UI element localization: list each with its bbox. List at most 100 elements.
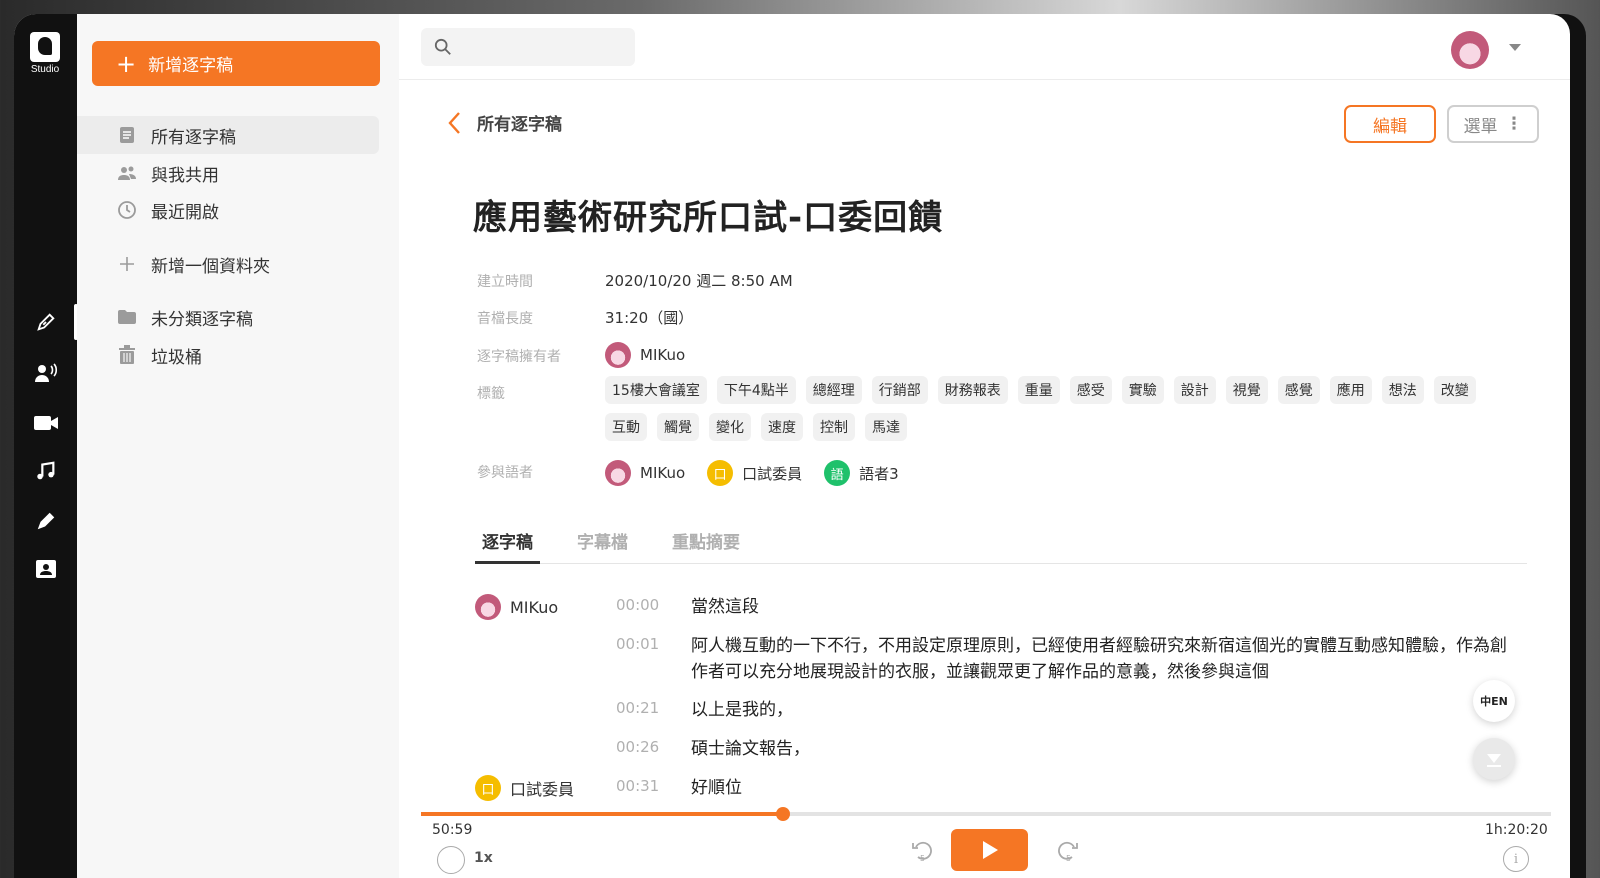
icon-rail: Studio xyxy=(14,14,78,878)
sidebar-item-label: 新增一個資料夾 xyxy=(151,256,270,277)
duration-value: 31:20（國） xyxy=(605,309,694,327)
line-timestamp[interactable]: 00:26 xyxy=(616,738,659,756)
menu-button[interactable]: 選單 ⋮ xyxy=(1447,105,1539,143)
pen-icon[interactable] xyxy=(33,309,59,335)
chevron-down-icon[interactable] xyxy=(1509,44,1521,51)
new-transcript-button[interactable]: + 新增逐字稿 xyxy=(92,41,380,86)
app-screen: Studio + 新增逐字稿 所有逐字稿 與我共用 最近開啟 新增一個資料夾 未… xyxy=(14,14,1570,878)
playback-speed[interactable]: 1x xyxy=(474,850,493,866)
top-bar xyxy=(399,14,1570,80)
sidebar-item-label: 與我共用 xyxy=(151,165,219,186)
edit-icon[interactable] xyxy=(33,508,59,534)
back-arrow-icon xyxy=(448,111,460,134)
line-timestamp[interactable]: 00:01 xyxy=(616,635,659,653)
sidebar-item-uncategorized[interactable]: 未分類逐字稿 xyxy=(77,298,379,336)
sidebar-item-shared[interactable]: 與我共用 xyxy=(77,154,379,192)
scroll-down-button[interactable] xyxy=(1473,738,1515,780)
tab-bar: 逐字稿 字幕檔 重點摘要 xyxy=(475,520,1527,564)
translate-button[interactable]: 中EN xyxy=(1473,680,1515,722)
user-avatar[interactable] xyxy=(1451,31,1489,69)
tab-summary[interactable]: 重點摘要 xyxy=(665,520,747,564)
document-icon xyxy=(117,125,137,145)
line-text[interactable]: 碩士論文報告， xyxy=(691,736,1521,762)
sidebar-item-trash[interactable]: 垃圾桶 xyxy=(77,336,379,374)
folder-icon xyxy=(117,307,137,327)
search-input[interactable] xyxy=(421,28,635,66)
speaker-name: 口試委員 xyxy=(742,464,803,483)
tag-chip[interactable]: 實驗 xyxy=(1121,376,1164,404)
tag-chip[interactable]: 互動 xyxy=(605,413,647,441)
speaker-icon[interactable] xyxy=(33,360,59,386)
main-content: 所有逐字稿 編輯 選單 ⋮ 應用藝術研究所口試-口委回饋 建立時間 2020/1… xyxy=(399,80,1570,878)
more-vertical-icon: ⋮ xyxy=(1505,114,1523,134)
play-button[interactable] xyxy=(951,829,1028,871)
trash-icon xyxy=(117,345,137,365)
tag-chip[interactable]: 變化 xyxy=(709,413,751,441)
video-icon[interactable] xyxy=(33,410,59,436)
progress-bar[interactable] xyxy=(421,807,1551,821)
line-timestamp[interactable]: 00:21 xyxy=(616,699,659,717)
tag-chip[interactable]: 視覺 xyxy=(1225,376,1268,404)
breadcrumb[interactable]: 所有逐字稿 xyxy=(447,110,562,135)
tag-list: 15樓大會議室 下午4點半 總經理 行銷部 財務報表 重量 感受 實驗 設計 視覺 感覺 應用 想法 改變… xyxy=(605,376,1505,450)
speaker-badge: 語 xyxy=(824,460,851,486)
tag-chip[interactable]: 應用 xyxy=(1329,376,1372,404)
tag-chip[interactable]: 感覺 xyxy=(1277,376,1320,404)
tab-transcript[interactable]: 逐字稿 xyxy=(475,520,540,564)
edit-button-label: 編輯 xyxy=(1373,116,1407,137)
tag-chip[interactable]: 設計 xyxy=(1173,376,1216,404)
skip-forward-icon[interactable]: 5 xyxy=(1055,838,1081,864)
speaker-item[interactable]: 口 口試委員 xyxy=(707,460,802,486)
sidebar-item-new-folder[interactable]: 新增一個資料夾 xyxy=(77,245,379,283)
line-timestamp[interactable]: 00:31 xyxy=(616,777,659,795)
speaker-item[interactable]: MIKuo xyxy=(605,460,685,486)
contact-icon[interactable] xyxy=(33,556,59,582)
sidebar-item-all-transcripts[interactable]: 所有逐字稿 xyxy=(77,116,379,154)
line-timestamp[interactable]: 00:00 xyxy=(616,596,659,614)
back-label: 所有逐字稿 xyxy=(477,115,562,135)
skip-forward-seconds: 5 xyxy=(1066,854,1071,863)
tag-chip[interactable]: 觸覺 xyxy=(657,413,699,441)
speaker-avatar xyxy=(605,460,631,486)
logo-icon xyxy=(30,32,60,62)
tag-chip[interactable]: 改變 xyxy=(1433,376,1476,404)
sidebar-item-recent[interactable]: 最近開啟 xyxy=(77,191,379,229)
tag-chip[interactable]: 控制 xyxy=(813,413,855,441)
tag-chip[interactable]: 15樓大會議室 xyxy=(605,376,707,404)
page-title: 應用藝術研究所口試-口委回饋 xyxy=(473,198,944,238)
speed-clock-icon[interactable] xyxy=(437,846,465,874)
owner-name: MIKuo xyxy=(640,346,686,364)
music-icon[interactable] xyxy=(33,458,59,484)
tab-subtitles[interactable]: 字幕檔 xyxy=(570,520,635,564)
sidebar-item-label: 最近開啟 xyxy=(151,202,219,223)
tag-chip[interactable]: 財務報表 xyxy=(937,376,1008,404)
tag-chip[interactable]: 想法 xyxy=(1381,376,1424,404)
edit-button[interactable]: 編輯 xyxy=(1344,105,1436,143)
line-text[interactable]: 好順位 xyxy=(691,775,1521,801)
line-text[interactable]: 以上是我的， xyxy=(691,697,1521,723)
skip-back-icon[interactable]: 5 xyxy=(909,838,935,864)
progress-fill xyxy=(421,812,783,816)
line-text[interactable]: 阿人機互動的一下不行，不用設定原理原則，已經使用者經驗研究來新宿這個光的實體互動… xyxy=(691,633,1521,685)
tag-chip[interactable]: 重量 xyxy=(1017,376,1060,404)
progress-handle[interactable] xyxy=(775,807,790,821)
tag-chip[interactable]: 馬達 xyxy=(865,413,907,441)
tag-chip[interactable]: 行銷部 xyxy=(871,376,928,404)
tag-chip[interactable]: 總經理 xyxy=(805,376,862,404)
tag-chip[interactable]: 感受 xyxy=(1069,376,1112,404)
tag-chip[interactable]: 速度 xyxy=(761,413,803,441)
line-text[interactable]: 當然這段 xyxy=(691,594,1521,620)
speaker-item[interactable]: 語 語者3 xyxy=(824,460,899,486)
created-label: 建立時間 xyxy=(477,274,533,290)
owner-label: 逐字稿擁有者 xyxy=(477,349,561,365)
new-transcript-label: 新增逐字稿 xyxy=(148,56,234,76)
current-time: 50:59 xyxy=(432,822,473,838)
line-speaker: 口 口試委員 xyxy=(475,775,574,801)
tag-chip[interactable]: 下午4點半 xyxy=(716,376,796,404)
info-icon[interactable]: i xyxy=(1503,846,1529,872)
created-value: 2020/10/20 週二 8:50 AM xyxy=(605,272,793,290)
speaker-list: MIKuo 口 口試委員 語 語者3 xyxy=(605,460,921,486)
sidebar-item-label: 所有逐字稿 xyxy=(151,127,236,148)
studio-logo[interactable]: Studio xyxy=(28,32,62,75)
speaker-name: 語者3 xyxy=(859,464,899,483)
